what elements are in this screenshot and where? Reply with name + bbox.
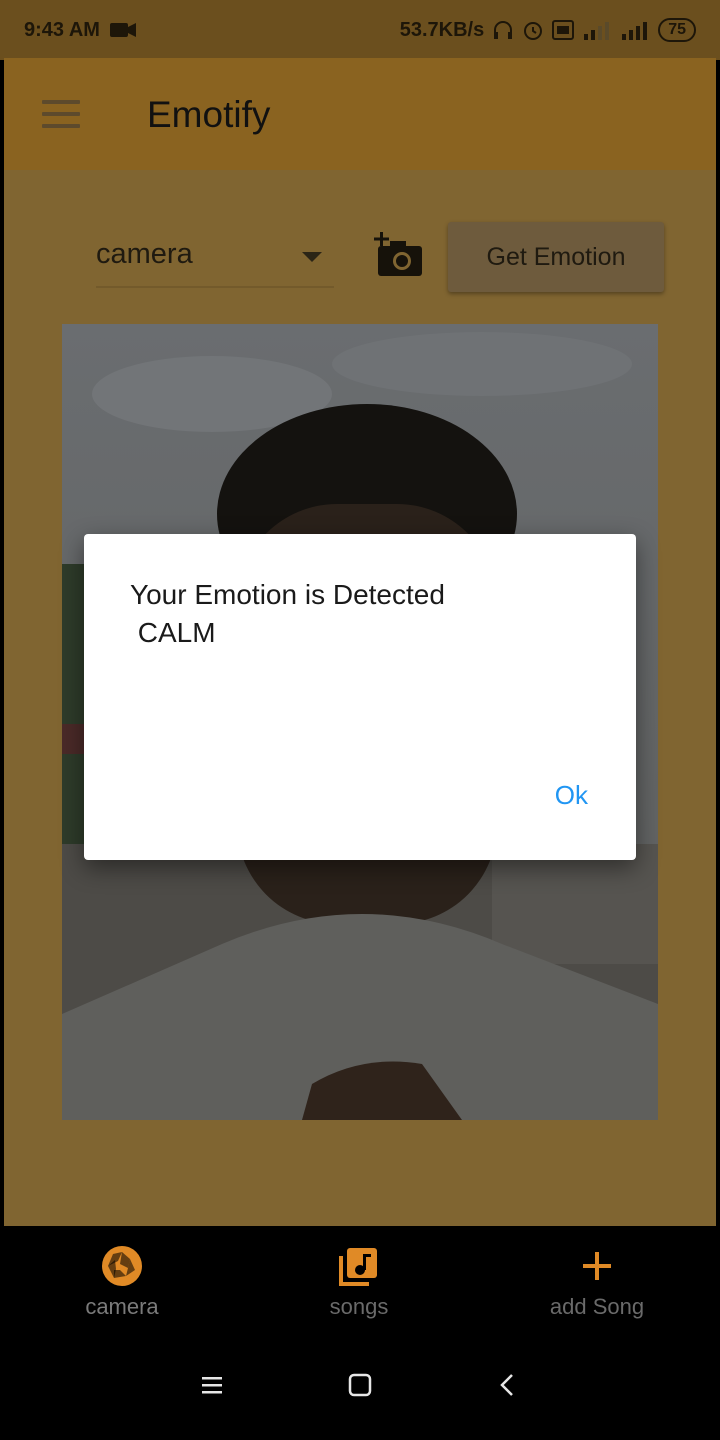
- source-dropdown-value: camera: [96, 238, 193, 270]
- app-title: Emotify: [147, 94, 271, 135]
- dialog-message: Your Emotion is Detected CALM: [130, 576, 445, 652]
- signal-strength-icon-2: [622, 22, 648, 40]
- system-navigation-bar: [0, 1344, 720, 1440]
- nav-add-song[interactable]: add Song: [517, 1244, 677, 1320]
- emotion-result-dialog: Your Emotion is Detected CALM Ok: [84, 534, 636, 860]
- nav-camera[interactable]: camera: [42, 1244, 202, 1320]
- status-time: 9:43 AM: [24, 18, 100, 41]
- music-library-icon: [339, 1248, 377, 1286]
- app-bar: Emotify: [4, 58, 716, 170]
- nav-songs[interactable]: songs: [279, 1244, 439, 1320]
- signal-strength-icon-1: [584, 22, 610, 40]
- status-bar: 9:43 AM 53.7KB/s 75: [0, 0, 720, 60]
- ok-button[interactable]: Ok: [555, 780, 588, 811]
- dropdown-arrow-icon: [302, 252, 322, 262]
- plus-icon: [583, 1252, 611, 1280]
- nav-label-add-song: add Song: [549, 1294, 645, 1319]
- hd-icon: [552, 20, 575, 40]
- nav-label-songs: songs: [329, 1294, 389, 1319]
- status-left: 9:43 AM: [24, 19, 136, 42]
- bottom-navigation: camera songs add Song: [0, 1226, 720, 1344]
- alarm-icon: [524, 22, 543, 40]
- video-recording-icon: [109, 23, 136, 37]
- nav-label-camera: camera: [85, 1294, 159, 1319]
- home-icon[interactable]: [347, 1372, 373, 1398]
- source-dropdown[interactable]: camera: [96, 234, 334, 288]
- get-emotion-button[interactable]: Get Emotion: [448, 222, 664, 292]
- dialog-message-line1: Your Emotion is Detected: [130, 579, 445, 610]
- hamburger-menu-icon[interactable]: [42, 100, 80, 128]
- recent-apps-icon[interactable]: [200, 1374, 224, 1396]
- battery-indicator: 75: [658, 18, 696, 42]
- headphones-icon: [494, 21, 513, 39]
- network-speed: 53.7KB/s: [399, 18, 485, 41]
- status-right: 53.7KB/s 75: [400, 18, 696, 42]
- camera-shutter-icon: [102, 1246, 142, 1286]
- back-icon[interactable]: [496, 1372, 518, 1398]
- add-a-photo-icon[interactable]: [374, 232, 424, 278]
- detected-emotion: CALM: [130, 617, 216, 648]
